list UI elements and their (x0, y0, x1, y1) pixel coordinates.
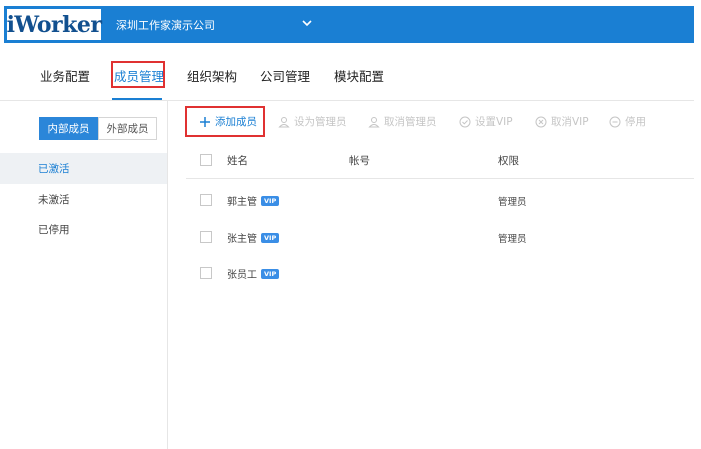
add-member-button[interactable]: 添加成员 (199, 114, 257, 129)
member-role: 管理员 (498, 234, 527, 245)
app-logo[interactable]: iWorker (6, 8, 102, 41)
header-divider (186, 178, 694, 179)
cancel-admin-label: 取消管理员 (384, 116, 437, 128)
segment-internal-members[interactable]: 内部成员 (39, 117, 98, 140)
company-name[interactable]: 深圳工作家演示公司 (116, 17, 215, 33)
segment-external-members[interactable]: 外部成员 (98, 117, 157, 140)
member-name: 张员工 (227, 270, 257, 281)
set-admin-label: 设为管理员 (294, 116, 347, 128)
minus-circle-icon (609, 116, 621, 127)
row-checkbox[interactable] (200, 194, 212, 206)
column-header-account: 帐号 (349, 155, 370, 167)
nav-divider (0, 100, 694, 101)
vip-badge: VIP (261, 195, 280, 206)
member-name-cell: 张主管 VIP (227, 230, 280, 245)
column-header-name: 姓名 (227, 155, 248, 167)
set-admin-button[interactable]: 设为管理员 (278, 114, 347, 129)
member-role: 管理员 (498, 197, 527, 208)
column-header-permission: 权限 (498, 155, 519, 167)
select-all-checkbox[interactable] (200, 154, 212, 166)
logo-text: iWorker (6, 11, 102, 38)
tab-business-config[interactable]: 业务配置 (40, 66, 90, 85)
tab-org-structure[interactable]: 组织架构 (187, 66, 237, 85)
member-name-cell: 张员工 VIP (227, 266, 280, 281)
row-checkbox[interactable] (200, 231, 212, 243)
chevron-down-icon[interactable] (300, 16, 314, 30)
cancel-vip-button[interactable]: 取消VIP (535, 114, 589, 129)
check-circle-icon (459, 116, 471, 127)
add-member-label: 添加成员 (215, 116, 257, 128)
plus-icon (200, 116, 210, 127)
sidebar-item-disabled[interactable]: 已停用 (0, 214, 167, 245)
member-name: 张主管 (227, 234, 257, 245)
disable-button[interactable]: 停用 (609, 114, 646, 129)
top-bar: iWorker 深圳工作家演示公司 (4, 6, 694, 43)
set-vip-button[interactable]: 设置VIP (459, 114, 513, 129)
user-icon (368, 116, 380, 127)
sidebar-divider (167, 101, 168, 449)
cancel-admin-button[interactable]: 取消管理员 (368, 114, 437, 129)
vip-badge: VIP (261, 232, 280, 243)
disable-label: 停用 (625, 116, 646, 128)
set-vip-label: 设置VIP (475, 116, 513, 128)
cancel-vip-label: 取消VIP (551, 116, 589, 128)
sidebar-item-not-activated[interactable]: 未激活 (0, 184, 167, 215)
member-name-cell: 郭主管 VIP (227, 193, 280, 208)
member-name: 郭主管 (227, 197, 257, 208)
sidebar-item-activated[interactable]: 已激活 (0, 153, 167, 184)
active-tab-highlight (111, 61, 165, 88)
user-icon (278, 116, 290, 127)
vip-badge: VIP (261, 268, 280, 279)
row-checkbox[interactable] (200, 267, 212, 279)
tab-company-management[interactable]: 公司管理 (260, 66, 310, 85)
tab-module-config[interactable]: 模块配置 (334, 66, 384, 85)
close-circle-icon (535, 116, 547, 127)
